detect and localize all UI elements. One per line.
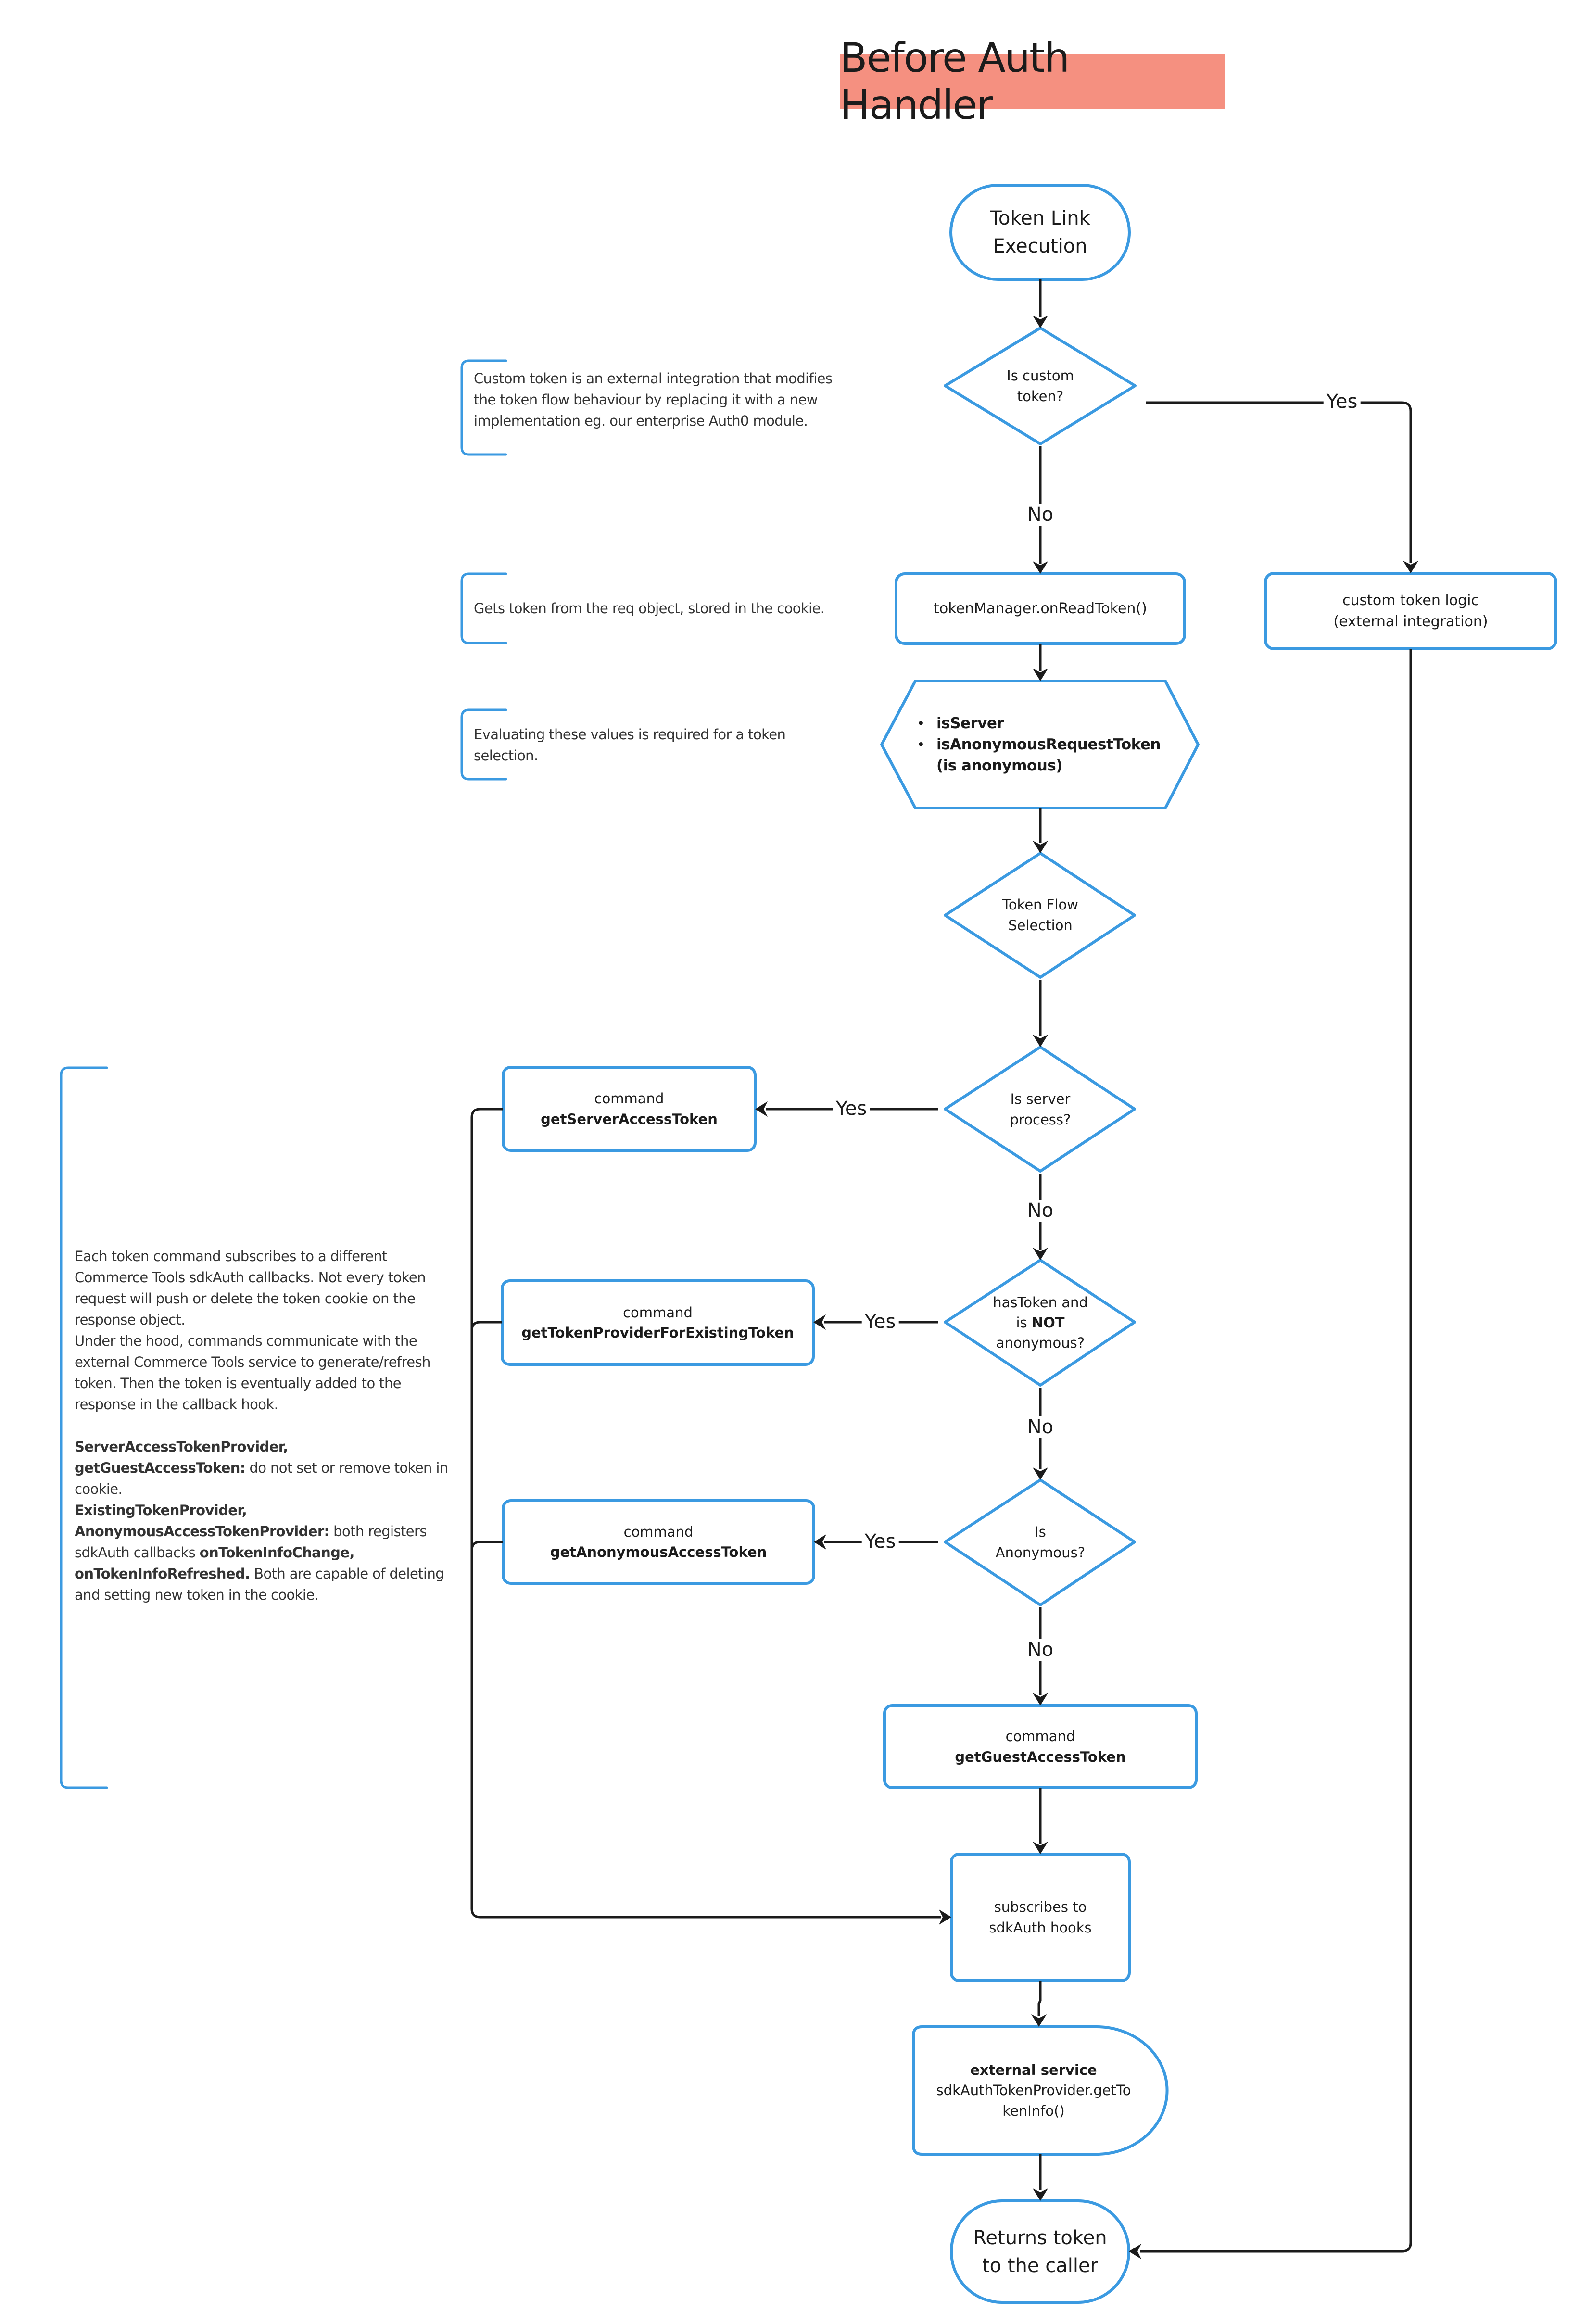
anonymous-line-2: Anonymous?	[995, 1544, 1086, 1561]
value-is-server: isServer	[917, 713, 1161, 734]
custom-token-logic-process[interactable]: custom token logic (external integration…	[1265, 573, 1556, 649]
edge-custom-yes	[1146, 401, 1412, 563]
get-guest-access-token-command[interactable]: command getGuestAccessToken	[884, 1705, 1196, 1788]
note-commands-para-2: Under the hood, commands communicate wit…	[75, 1333, 430, 1413]
command-name: getServerAccessToken	[541, 1111, 718, 1127]
server-line-2: process?	[1010, 1111, 1071, 1128]
external-service-heading: external service	[970, 2062, 1097, 2079]
edge-custom-to-returns	[1140, 649, 1412, 2253]
command-prefix: command	[594, 1090, 664, 1107]
subscribes-hooks-process[interactable]: subscribes to sdkAuth hooks	[951, 1854, 1129, 1981]
edge-label-custom-yes: Yes	[1323, 391, 1361, 413]
start-line-2: Execution	[993, 235, 1087, 257]
is-custom-token-decision[interactable]: Is custom token?	[967, 356, 1114, 416]
edge-existing-to-bus	[470, 1321, 502, 1331]
command-name: getTokenProviderForExistingToken	[521, 1325, 794, 1341]
server-line-1: Is server	[1010, 1091, 1071, 1108]
get-token-provider-existing-command[interactable]: command getTokenProviderForExistingToken	[502, 1281, 813, 1364]
selection-line-1: Token Flow	[1002, 897, 1078, 913]
note-custom-token: Custom token is an external integration …	[474, 370, 833, 429]
subscribes-line-2: sdkAuth hooks	[989, 1919, 1092, 1936]
custom-token-logic-line-1: custom token logic	[1342, 592, 1479, 609]
edge-anonymous-to-bus	[470, 1541, 503, 1551]
returns-line-1: Returns token	[973, 2226, 1107, 2249]
decision-line-2: token?	[1017, 388, 1064, 404]
anonymous-line-1: Is	[1035, 1524, 1046, 1541]
returns-token-terminator[interactable]: Returns token to the caller	[951, 2201, 1129, 2302]
note-token-manager: Gets token from the req object, stored i…	[474, 600, 825, 617]
value-is-anonymous-note: (is anonymous)	[936, 757, 1062, 774]
get-server-access-token-command[interactable]: command getServerAccessToken	[503, 1067, 755, 1150]
note-commands-para-1: Each token command subscribes to a diffe…	[75, 1248, 426, 1328]
not-emphasis: NOT	[1031, 1314, 1065, 1331]
edge-label-server-no: No	[1024, 1200, 1057, 1222]
arrowhead-icon	[1129, 2244, 1141, 2259]
is-server-process-decision[interactable]: Is server process?	[967, 1079, 1114, 1139]
command-prefix: command	[1005, 1728, 1075, 1745]
edge-label-server-yes: Yes	[833, 1098, 870, 1120]
start-terminator[interactable]: Token Link Execution	[951, 185, 1129, 279]
subscribes-line-1: subscribes to	[994, 1899, 1087, 1916]
has-token-line-2: is NOT	[1016, 1314, 1065, 1331]
evaluate-values-preparation[interactable]: isServer isAnonymousRequestToken (is ano…	[914, 681, 1164, 808]
note-commands-para-4: ExistingTokenProvider, AnonymousAccessTo…	[75, 1502, 444, 1603]
selection-line-2: Selection	[1008, 917, 1073, 934]
token-manager-process[interactable]: tokenManager.onReadToken()	[896, 574, 1185, 644]
external-service-line-2: kenInfo()	[1002, 2102, 1065, 2119]
edge-subscribes-to-external	[1037, 1981, 1042, 2016]
decision-line-1: Is custom	[1007, 367, 1074, 384]
start-line-1: Token Link	[990, 207, 1090, 229]
external-service-line-1: sdkAuthTokenProvider.getTo	[936, 2082, 1131, 2099]
get-anonymous-access-token-command[interactable]: command getAnonymousAccessToken	[503, 1501, 814, 1583]
has-token-line-1: hasToken and	[993, 1294, 1088, 1311]
edge-label-existing-no: No	[1024, 1416, 1057, 1438]
returns-line-2: to the caller	[982, 2254, 1098, 2277]
is-anonymous-decision[interactable]: Is Anonymous?	[967, 1512, 1114, 1572]
has-token-not-anonymous-decision[interactable]: hasToken and is NOT anonymous?	[967, 1282, 1114, 1364]
command-prefix: command	[623, 1304, 693, 1321]
note-evaluate: Evaluating these values is required for …	[474, 726, 786, 764]
token-flow-selection-decision[interactable]: Token Flow Selection	[967, 885, 1114, 945]
edge-label-existing-yes: Yes	[861, 1311, 899, 1333]
command-prefix: command	[623, 1523, 694, 1540]
edge-label-anonymous-yes: Yes	[861, 1530, 899, 1553]
external-service-node[interactable]: external service sdkAuthTokenProvider.ge…	[913, 2027, 1154, 2154]
command-name: getGuestAccessToken	[955, 1748, 1126, 1765]
edge-label-anonymous-no: No	[1024, 1639, 1057, 1661]
command-name: getAnonymousAccessToken	[550, 1544, 767, 1560]
edge-label-custom-no: No	[1024, 504, 1057, 526]
evaluate-values-list: isServer isAnonymousRequestToken (is ano…	[917, 713, 1161, 776]
flowchart-canvas	[60, 184, 1557, 2304]
custom-token-logic-line-2: (external integration)	[1333, 613, 1488, 630]
has-token-line-3: anonymous?	[996, 1335, 1085, 1351]
value-is-anonymous-request-token: isAnonymousRequestToken	[917, 734, 1161, 755]
token-manager-label: tokenManager.onReadToken()	[934, 600, 1147, 617]
note-commands: Each token command subscribes to a diffe…	[75, 1246, 459, 1605]
note-commands-para-3: ServerAccessTokenProvider, getGuestAcces…	[75, 1439, 448, 1497]
